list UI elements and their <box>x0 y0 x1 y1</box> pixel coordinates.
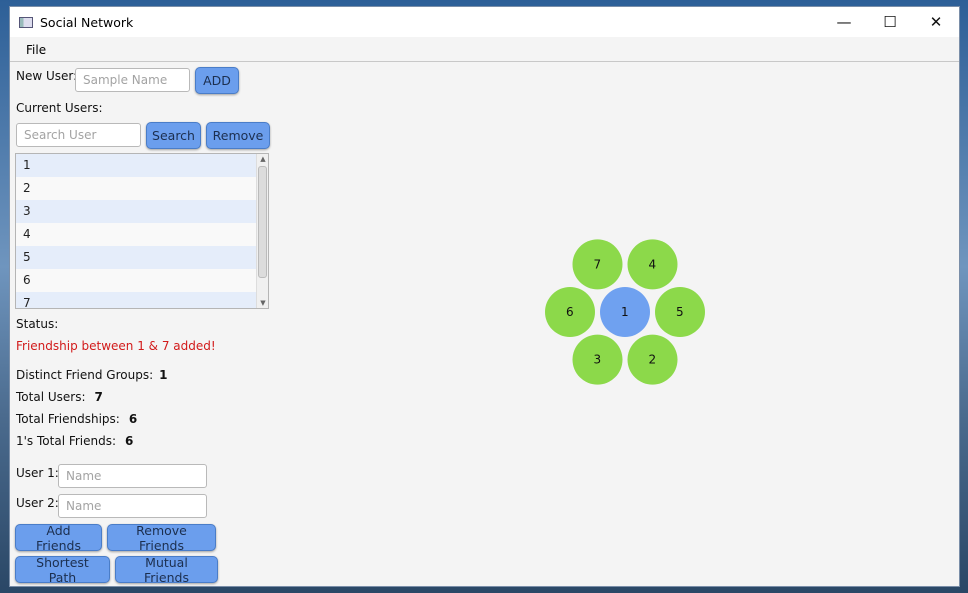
friend-node-5-label: 5 <box>676 305 684 319</box>
add-user-button[interactable]: ADD <box>195 67 239 94</box>
status-message: Friendship between 1 & 7 added! <box>16 339 216 353</box>
friend-groups-label: Distinct Friend Groups: <box>16 368 154 382</box>
close-icon: ✕ <box>929 13 943 31</box>
center-node-label: 1 <box>621 305 629 319</box>
total-users-label: Total Users: <box>16 390 86 404</box>
close-button[interactable]: ✕ <box>913 7 959 37</box>
remove-friends-button[interactable]: Remove Friends <box>107 523 216 553</box>
scroll-up-icon[interactable]: ▲ <box>257 154 268 164</box>
maximize-icon: ☐ <box>883 13 897 31</box>
user-list[interactable]: 1 2 3 4 5 6 7 ▲ ▼ <box>15 153 269 309</box>
friend-groups-value: 1 <box>159 368 168 382</box>
title-bar[interactable]: Social Network — ☐ ✕ <box>10 7 959 37</box>
minimize-icon: — <box>836 13 852 31</box>
scroll-thumb[interactable] <box>258 166 267 278</box>
list-item[interactable]: 4 <box>16 223 257 246</box>
friend-node-4-label: 4 <box>649 257 657 271</box>
list-item[interactable]: 6 <box>16 269 257 292</box>
list-item[interactable]: 1 <box>16 154 257 177</box>
add-friends-button[interactable]: Add Friends <box>15 523 102 553</box>
user1-input[interactable] <box>58 464 207 488</box>
total-users-value: 7 <box>94 390 103 404</box>
status-label: Status: <box>16 317 59 331</box>
mutual-friends-button[interactable]: Mutual Friends <box>115 555 218 585</box>
main-content: New User: ADD Current Users: Search Remo… <box>10 62 959 586</box>
menu-file[interactable]: File <box>26 43 46 57</box>
window-title: Social Network <box>40 14 134 30</box>
menu-bar: File <box>10 39 959 62</box>
list-item[interactable]: 7 <box>16 292 257 308</box>
scroll-down-icon[interactable]: ▼ <box>257 298 268 308</box>
user2-label: User 2: <box>16 496 59 510</box>
list-item[interactable]: 5 <box>16 246 257 269</box>
stat-total-users: Total Users: 7 <box>16 390 103 404</box>
user2-input[interactable] <box>58 494 207 518</box>
total-friendships-label: Total Friendships: <box>16 412 120 426</box>
minimize-button[interactable]: — <box>821 7 867 37</box>
total-friendships-value: 6 <box>128 412 138 426</box>
new-user-input[interactable] <box>75 68 190 92</box>
list-item[interactable]: 3 <box>16 200 257 223</box>
app-window-icon <box>19 16 33 28</box>
remove-user-button[interactable]: Remove <box>206 122 270 149</box>
stat-user-friends: 1's Total Friends: 6 <box>16 434 133 448</box>
friend-node-3-label: 3 <box>594 353 602 367</box>
user-friends-label: 1's Total Friends: <box>16 434 117 448</box>
stat-total-friendships: Total Friendships: 6 <box>16 412 137 426</box>
current-users-label: Current Users: <box>16 101 103 115</box>
user-friends-value: 6 <box>125 434 134 448</box>
stat-friend-groups: Distinct Friend Groups: 1 <box>16 368 168 382</box>
list-scrollbar[interactable]: ▲ ▼ <box>256 154 268 308</box>
maximize-button[interactable]: ☐ <box>867 7 913 37</box>
search-user-input[interactable] <box>16 123 141 147</box>
list-item[interactable]: 2 <box>16 177 257 200</box>
friend-node-7-label: 7 <box>594 257 602 271</box>
friend-node-6-label: 6 <box>566 305 574 319</box>
app-window: Social Network — ☐ ✕ File New User: ADD … <box>9 6 960 587</box>
shortest-path-button[interactable]: Shortest Path <box>15 555 110 585</box>
friend-node-2-label: 2 <box>649 353 657 367</box>
new-user-label: New User: <box>16 69 78 83</box>
user1-label: User 1: <box>16 466 59 480</box>
search-button[interactable]: Search <box>146 122 201 149</box>
